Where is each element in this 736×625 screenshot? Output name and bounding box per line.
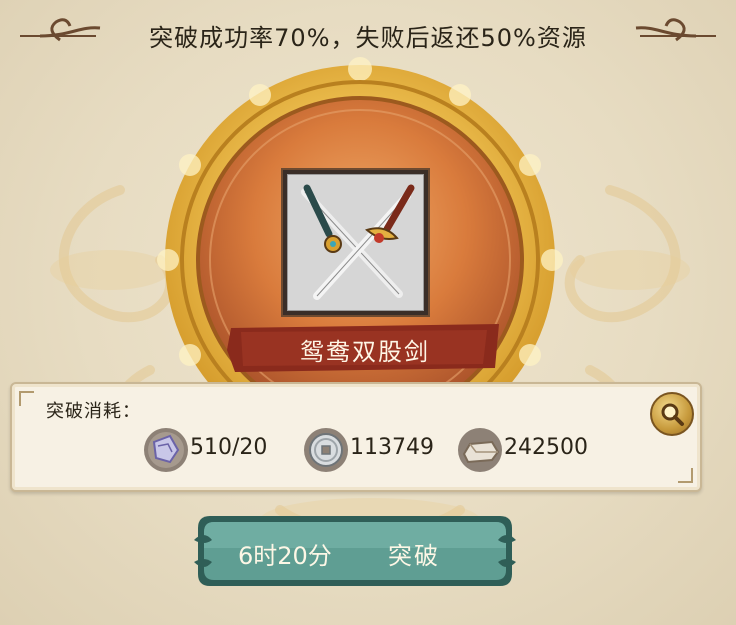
breakthrough-label: 突破 [388, 542, 440, 570]
item-icon-frame[interactable] [283, 170, 428, 315]
fragment-icon [144, 428, 188, 472]
item-name-plate: 鸳鸯双股剑 [225, 322, 505, 374]
resource-silver-ingot-value: 242500 [504, 435, 588, 460]
resource-copper-coin-value: 113749 [350, 435, 434, 460]
copper-coin-icon [304, 428, 348, 472]
magnifier-button[interactable] [650, 392, 694, 436]
breakthrough-time: 6时20分 [238, 542, 332, 570]
breakthrough-button[interactable]: 6时20分 突破 [192, 510, 518, 592]
silver-ingot-icon [458, 428, 502, 472]
item-name: 鸳鸯双股剑 [300, 338, 430, 366]
cost-panel: 突破消耗： 510/20 113749 242500 [10, 382, 702, 492]
corner-ornament [678, 468, 693, 483]
magnifier-icon [661, 403, 684, 426]
corner-ornament [19, 391, 34, 406]
success-rate-text: 突破成功率70%，失败后返还50%资源 [149, 24, 587, 52]
cost-label: 突破消耗： [46, 401, 141, 422]
resource-fragment-value: 510/20 [190, 435, 268, 460]
crossed-swords-icon [286, 173, 425, 312]
